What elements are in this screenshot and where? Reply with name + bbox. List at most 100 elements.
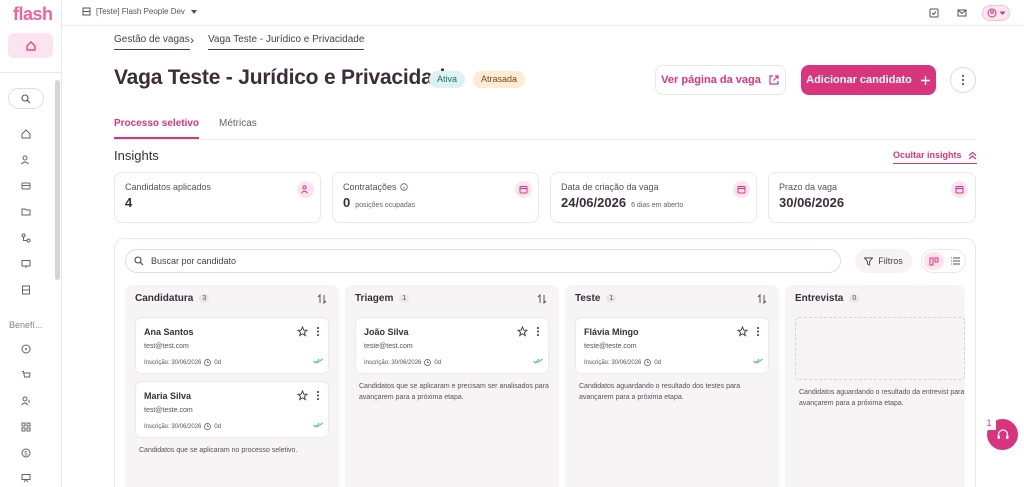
- view-job-page-label: Ver página da vaga: [661, 74, 761, 86]
- info-icon[interactable]: [399, 183, 408, 191]
- flash-logo[interactable]: flash: [13, 4, 53, 25]
- column-count: 0: [849, 294, 860, 303]
- tasks-icon[interactable]: [928, 7, 940, 19]
- empty-dropzone[interactable]: [795, 317, 965, 380]
- breadcrumb-current-job[interactable]: Vaga Teste - Jurídico e Privacidade: [208, 34, 365, 50]
- candidate-meta: Inscrição: 30/06/2026 0d: [144, 423, 222, 430]
- wallet-icon[interactable]: [19, 179, 33, 193]
- candidate-name: Flávia Mingo: [584, 327, 639, 337]
- headset-icon: [997, 428, 1008, 439]
- star-icon[interactable]: [297, 326, 308, 337]
- candidate-email: test@test.com: [144, 343, 189, 350]
- vertical-dots-icon[interactable]: [316, 390, 320, 401]
- filters-label: Filtros: [878, 256, 903, 266]
- folder-icon[interactable]: [19, 205, 33, 219]
- sort-icon[interactable]: [317, 294, 327, 304]
- candidate-name: Ana Santos: [144, 327, 194, 337]
- column-count: 1: [399, 294, 410, 303]
- tab-metrics[interactable]: Métricas: [219, 118, 257, 137]
- mail-icon[interactable]: [956, 7, 968, 19]
- candidate-card[interactable]: Flávia Mingo teste@teste.com Inscrição: …: [575, 317, 769, 374]
- list-icon: [950, 257, 960, 265]
- vertical-dots-icon[interactable]: [756, 326, 760, 337]
- star-icon[interactable]: [517, 326, 528, 337]
- kanban-panel: Buscar por candidato Filtros Candidatura…: [114, 238, 976, 487]
- column-header: Candidatura 3: [135, 293, 210, 304]
- column-header: Triagem 1: [355, 293, 410, 304]
- sidebar-section-label: Benefí...: [9, 320, 43, 330]
- column-header: Entrevista 0: [795, 293, 860, 304]
- circle-dollar-icon[interactable]: [19, 342, 33, 356]
- cart-icon[interactable]: [19, 368, 33, 382]
- filters-button[interactable]: Filtros: [855, 249, 912, 273]
- external-link-icon: [769, 75, 779, 85]
- vertical-dots-icon[interactable]: [536, 326, 540, 337]
- double-check-icon: [313, 422, 323, 428]
- top-bar: [Teste] Flash People Dev: [62, 0, 1024, 26]
- vertical-dots-icon: [962, 75, 964, 85]
- user-avatar-icon: [987, 8, 996, 18]
- sidebar-search-button[interactable]: [8, 88, 44, 109]
- candidate-card[interactable]: Maria Silva test@teste.com Inscrição: 30…: [135, 381, 329, 438]
- chevron-down-icon: [999, 11, 1005, 15]
- app-root: flash Benefí... $ [Teste] Flash People D…: [0, 0, 1024, 487]
- sort-icon[interactable]: [537, 294, 547, 304]
- vertical-dots-icon[interactable]: [316, 326, 320, 337]
- user-add-icon[interactable]: [19, 394, 33, 408]
- kanban-view-button[interactable]: [924, 252, 944, 270]
- candidate-email: teste@teste.com: [584, 343, 637, 350]
- kanban-column-entrevista: Entrevista 0 Candidatos aguardando o resu…: [785, 285, 965, 487]
- kanban-column-teste: Teste 1 Flávia Mingo teste@teste.com Insc…: [565, 285, 779, 487]
- company-selector[interactable]: [Teste] Flash People Dev: [82, 7, 198, 16]
- monitor-icon[interactable]: [19, 257, 33, 271]
- status-badge-active: Ativa: [429, 71, 466, 88]
- calendar-icon: [733, 181, 750, 198]
- candidate-search-field[interactable]: Buscar por candidato: [125, 249, 841, 273]
- insight-label: Candidatos aplicados: [125, 182, 212, 192]
- candidate-name: João Silva: [364, 327, 409, 337]
- insight-value: 24/06/2026 6 dias em aberto: [561, 195, 684, 210]
- add-candidate-button[interactable]: Adicionar candidato: [801, 65, 936, 95]
- page-title: Vaga Teste - Jurídico e Privacidade: [114, 66, 457, 89]
- tab-selection-process[interactable]: Processo seletivo: [114, 118, 200, 139]
- presentation-icon[interactable]: [19, 471, 33, 485]
- insight-label: Contratações: [343, 182, 408, 192]
- insight-card-hires: Contratações 0 posições ocupadas: [332, 172, 539, 223]
- candidate-email: teste@test.com: [364, 343, 413, 350]
- status-badge-late: Atrasada: [473, 71, 526, 88]
- building-icon[interactable]: [19, 283, 33, 297]
- calendar-icon: [951, 181, 968, 198]
- column-description: Candidatos que se aplicaram e precisam s…: [359, 383, 549, 401]
- add-candidate-label: Adicionar candidato: [806, 74, 912, 86]
- star-icon[interactable]: [297, 390, 308, 401]
- hide-insights-button[interactable]: Ocultar insights: [893, 150, 977, 164]
- more-options-button[interactable]: [950, 67, 976, 93]
- insight-card-created: Data de criação da vaga 24/06/2026 6 dias…: [550, 172, 757, 223]
- candidate-card[interactable]: Ana Santos test@test.com Inscrição: 30/0…: [135, 317, 329, 374]
- user-menu-button[interactable]: [982, 5, 1010, 21]
- insight-value: 30/06/2026: [779, 195, 845, 210]
- candidate-card[interactable]: João Silva teste@test.com Inscrição: 30/…: [355, 317, 549, 374]
- candidate-email: test@teste.com: [144, 407, 193, 414]
- sort-icon[interactable]: [757, 294, 767, 304]
- column-description: Candidatos aguardando o resultado dos te…: [579, 383, 741, 401]
- breadcrumb-jobs[interactable]: Gestão de vagas: [114, 34, 190, 50]
- star-icon[interactable]: [737, 326, 748, 337]
- grid-icon[interactable]: [19, 420, 33, 434]
- clock-icon: [204, 359, 212, 366]
- sidebar-divider: [0, 72, 62, 73]
- insights-title: Insights: [114, 148, 159, 163]
- list-view-button[interactable]: [946, 252, 964, 270]
- filter-icon: [864, 257, 874, 266]
- users-icon: [297, 181, 314, 198]
- home-icon[interactable]: [19, 127, 33, 141]
- view-job-page-button[interactable]: Ver página da vaga: [655, 65, 786, 95]
- home-icon: [25, 40, 36, 51]
- coin-icon[interactable]: $: [19, 446, 33, 460]
- workflow-icon[interactable]: [19, 231, 33, 245]
- sidebar-home-button[interactable]: [8, 33, 53, 58]
- breadcrumb-chevron-icon: ›: [190, 33, 194, 47]
- sidebar-scrollbar[interactable]: [55, 80, 60, 280]
- hide-insights-label: Ocultar insights: [893, 150, 962, 160]
- users-icon[interactable]: [19, 153, 33, 167]
